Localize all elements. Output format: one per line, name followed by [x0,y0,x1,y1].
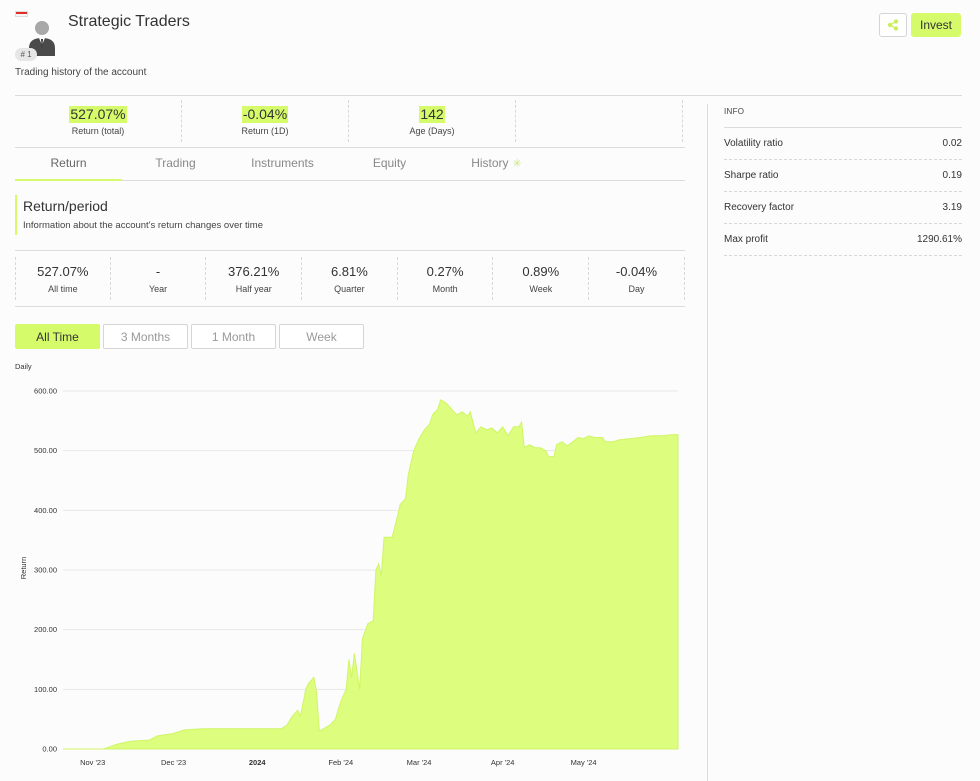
range-1-month-button[interactable]: 1 Month [191,324,276,349]
kpi-label: Age (Days) [409,126,455,136]
section-title: Return/period [23,198,108,214]
tab-instruments[interactable]: Instruments [229,148,336,180]
tab-label: History [471,156,509,170]
tab-trading[interactable]: Trading [122,148,229,180]
info-row-recovery: Recovery factor 3.19 [724,192,962,224]
kpi-value: -0.04% [241,106,289,123]
chart-y-tick-label: 0.00 [42,745,57,754]
chart-y-tick-label: 100.00 [34,685,57,694]
tab-equity[interactable]: Equity [336,148,443,180]
kpi-return-1d: -0.04% Return (1D) [182,100,349,142]
chart-frequency-label: Daily [15,362,32,371]
tab-label: Equity [372,156,407,170]
info-list: Volatility ratio 0.02 Sharpe ratio 0.19 Re… [724,127,962,256]
chart-x-tick-label: Nov '23 [80,758,105,767]
period-label: Quarter [334,283,365,294]
kpi-return-total: 527.07% Return (total) [15,100,182,142]
return-area-series [63,399,679,750]
chart-x-tick-label: Feb '24 [328,758,353,767]
chart-y-ticks: 0.00 100.00 200.00 300.00 400.00 500.00 600.00 [34,387,57,754]
tab-return[interactable]: Return [15,148,122,181]
chart-y-tick-label: 600.00 [34,387,57,396]
period-value: -0.04% [615,263,658,279]
info-label: Recovery factor [724,202,795,213]
chart-y-axis-label: Return [19,557,28,580]
invest-button[interactable]: Invest [911,13,961,37]
period-label: Week [529,283,553,294]
chart-x-tick-label: Mar '24 [407,758,432,767]
kpi-label: Return (total) [71,126,125,136]
period-label: All time [48,283,78,294]
period-label: Month [432,283,458,294]
period-value: 6.81% [330,263,368,279]
kpi-age: 142 Age (Days) [349,100,516,142]
period-day: -0.04% Day [589,257,685,300]
country-flag-icon [15,11,28,17]
chart-x-tick-label: Apr '24 [491,758,515,767]
tab-bar: Return Trading Instruments Equity Histor… [15,147,685,181]
tab-label: Return [50,156,87,170]
return-chart: 0.00 100.00 200.00 300.00 400.00 500.00 600.00… [19,387,679,767]
kpi-empty [516,100,683,142]
range-all-time-button[interactable]: All Time [15,324,100,349]
info-title: INFO [724,107,745,116]
period-label: Year [148,283,168,294]
period-value: 0.89% [522,263,560,279]
period-all-time: 527.07% All time [15,257,111,300]
chart-x-tick-label: Dec '23 [161,758,186,767]
info-value: 0.19 [942,170,962,181]
period-year: - Year [111,257,207,300]
kpi-value: 142 [419,106,445,123]
kpi-value: 527.07% [69,106,127,123]
sparkle-icon: ✳ [512,158,522,170]
section-description: Information about the account's return c… [23,220,263,231]
info-label: Volatility ratio [724,138,783,149]
period-value: - [155,263,161,279]
info-row-max-profit: Max profit 1290.61% [724,224,962,256]
period-week: 0.89% Week [493,257,590,300]
info-row-sharpe: Sharpe ratio 0.19 [724,160,962,192]
period-quarter: 6.81% Quarter [302,257,398,300]
share-icon [887,19,899,31]
account-title: Strategic Traders [68,13,190,30]
header-divider [15,95,962,96]
kpi-label: Return (1D) [241,126,289,136]
tab-history[interactable]: History ✳ [443,148,550,180]
info-value: 1290.61% [916,234,962,245]
chart-y-tick-label: 500.00 [34,446,57,455]
share-button[interactable] [879,13,907,37]
period-half-year: 376.21% Half year [206,257,303,300]
period-label: Half year [235,283,272,294]
account-subtitle: Trading history of the account [15,67,147,78]
period-label: Day [628,283,645,294]
period-value: 376.21% [228,263,280,279]
kpi-row: 527.07% Return (total) -0.04% Return (1D… [15,100,685,146]
range-week-button[interactable]: Week [279,324,364,349]
chart-x-tick-label: May '24 [571,758,597,767]
period-month: 0.27% Month [398,257,494,300]
period-value: 0.27% [426,263,464,279]
return-period-section: Return/period Information about the acco… [15,195,515,235]
info-label: Max profit [724,234,768,245]
range-3-months-button[interactable]: 3 Months [103,324,188,349]
info-label: Sharpe ratio [724,170,779,181]
tab-label: Trading [155,156,196,170]
chart-x-ticks: Nov '23 Dec '23 2024 Feb '24 Mar '24 Apr '24 M… [80,758,597,767]
chart-y-tick-label: 300.00 [34,566,57,575]
info-row-volatility: Volatility ratio 0.02 [724,128,962,160]
chart-y-tick-label: 400.00 [34,506,57,515]
chart-y-tick-label: 200.00 [34,625,57,634]
info-value: 0.02 [942,138,962,149]
rank-badge: # 1 [15,48,37,61]
sidebar-divider [707,104,708,781]
chart-x-tick-label: 2024 [249,758,267,767]
tab-label: Instruments [251,156,314,170]
info-value: 3.19 [942,202,962,213]
period-value: 527.07% [37,263,89,279]
period-stats: 527.07% All time - Year 376.21% Half year 6… [15,250,685,307]
